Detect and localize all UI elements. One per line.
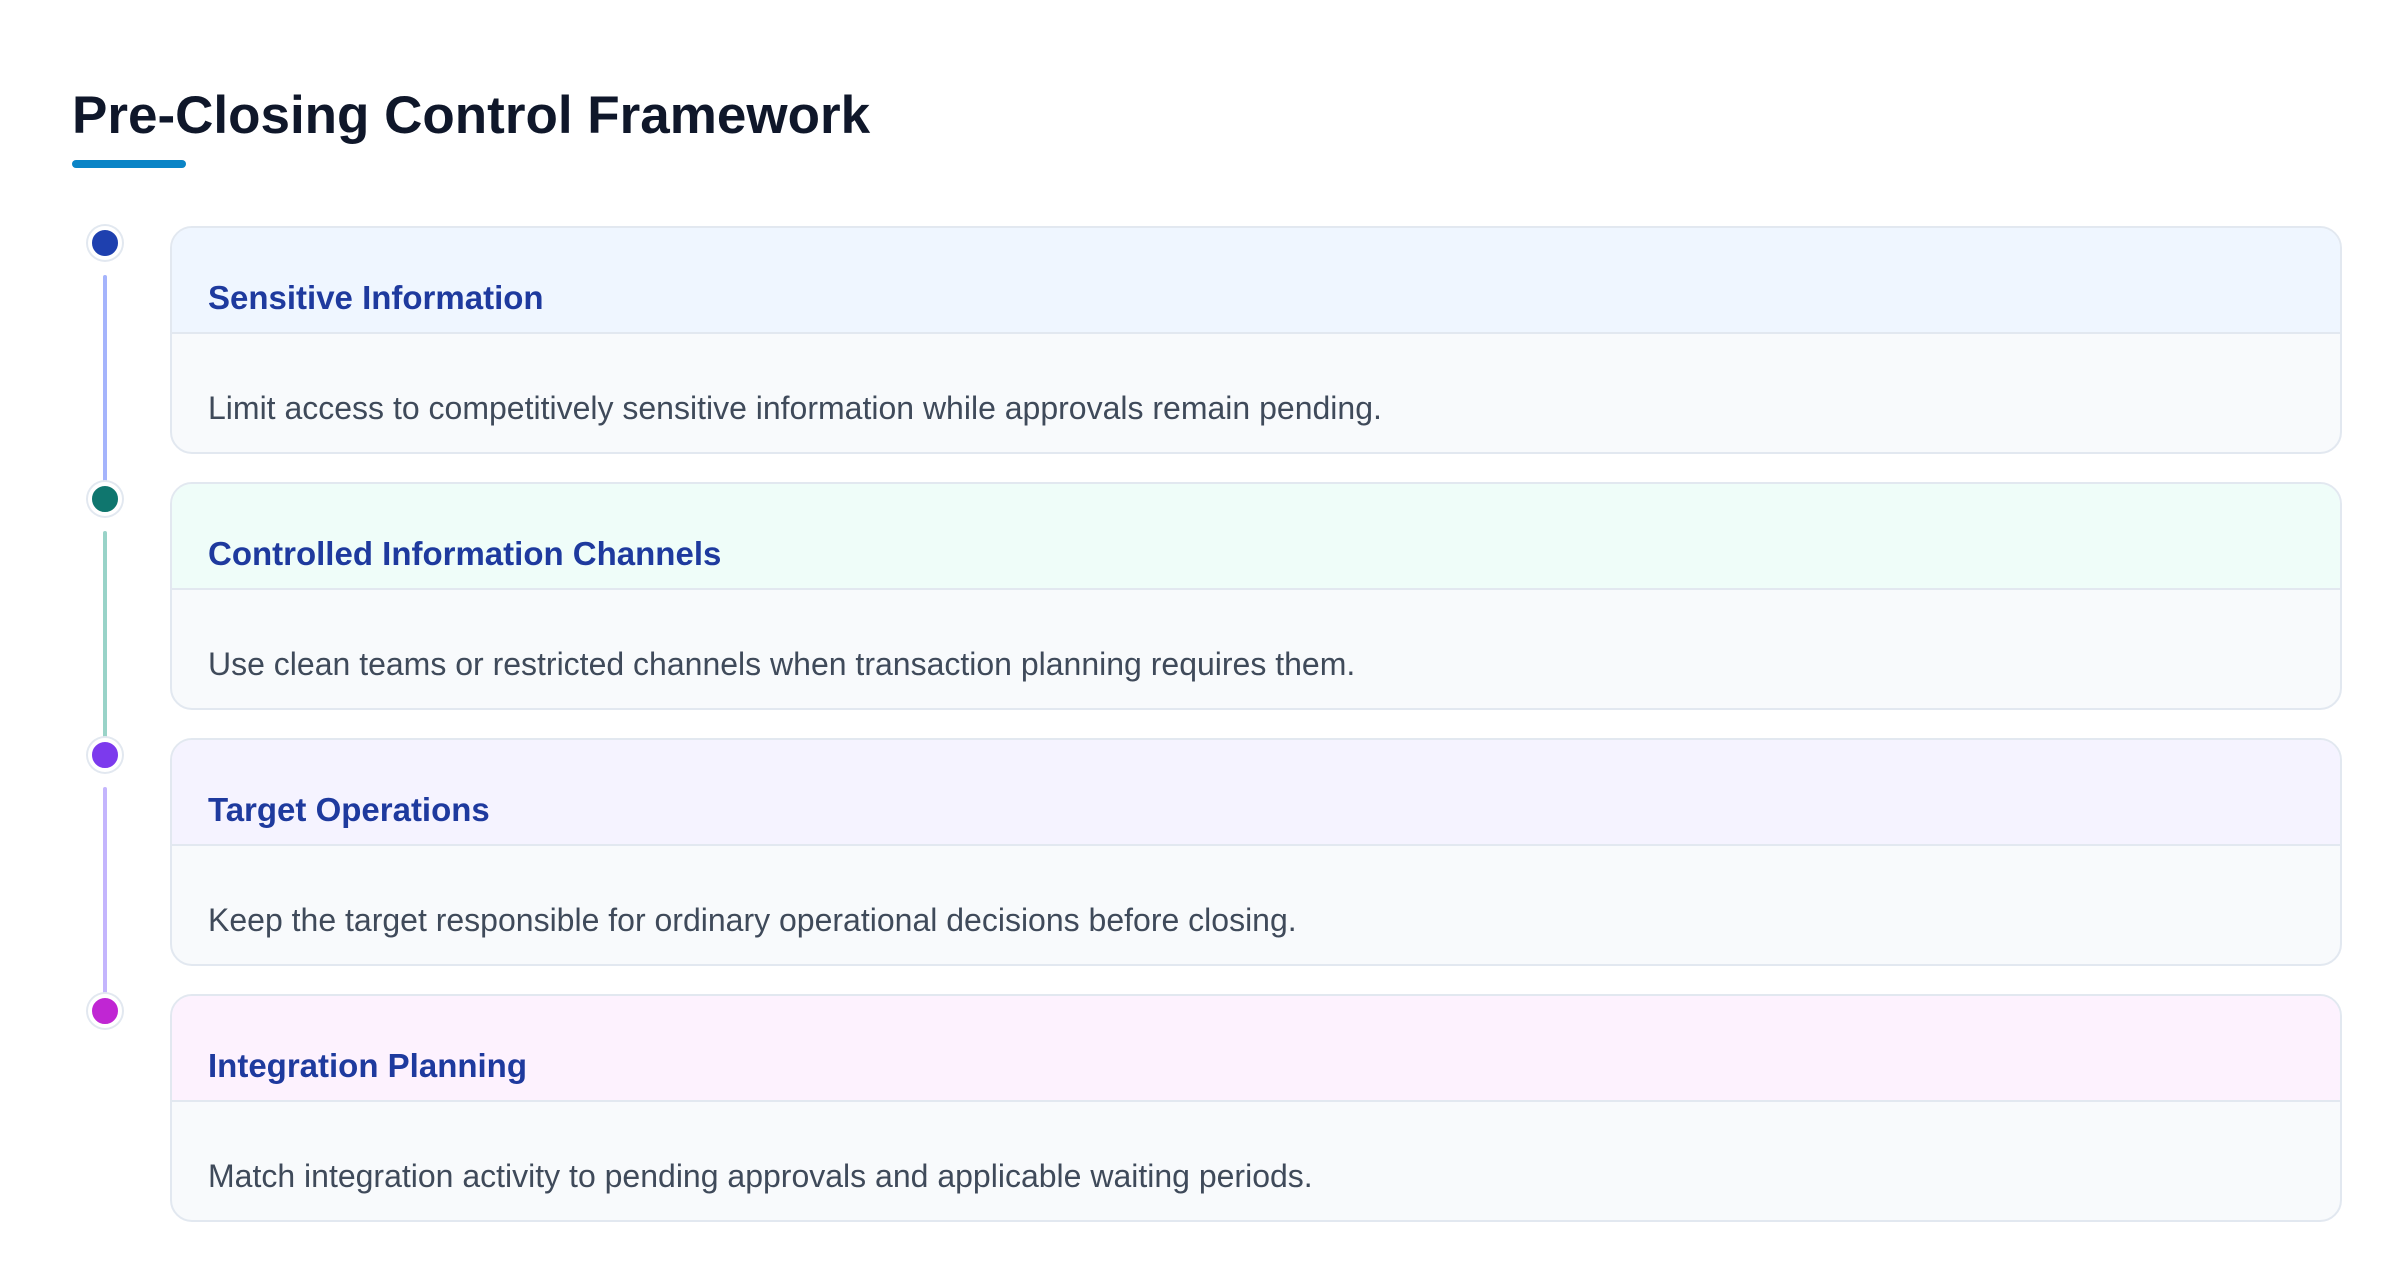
timeline-dot bbox=[88, 482, 122, 516]
timeline-dot bbox=[88, 738, 122, 772]
timeline-step-target-operations: Target Operations Keep the target respon… bbox=[0, 512, 2400, 995]
step-description: Match integration activity to pending ap… bbox=[208, 1158, 1313, 1194]
timeline-dot bbox=[88, 994, 122, 1028]
timeline-step-sensitive-information: Sensitive Information Limit access to co… bbox=[0, 0, 2400, 483]
timeline-step-integration-planning: Integration Planning Match integration a… bbox=[0, 768, 2400, 1222]
timeline: Sensitive Information Limit access to co… bbox=[0, 0, 2400, 1284]
step-card-header: Integration Planning bbox=[172, 996, 2340, 1102]
page: Pre-Closing Control Framework Sensitive … bbox=[0, 0, 2400, 1284]
timeline-step-controlled-information-channels: Controlled Information Channels Use clea… bbox=[0, 256, 2400, 739]
step-card-body: Match integration activity to pending ap… bbox=[172, 1102, 2340, 1220]
timeline-dot bbox=[88, 226, 122, 260]
step-card: Integration Planning Match integration a… bbox=[170, 994, 2342, 1222]
step-title: Integration Planning bbox=[208, 1047, 527, 1084]
